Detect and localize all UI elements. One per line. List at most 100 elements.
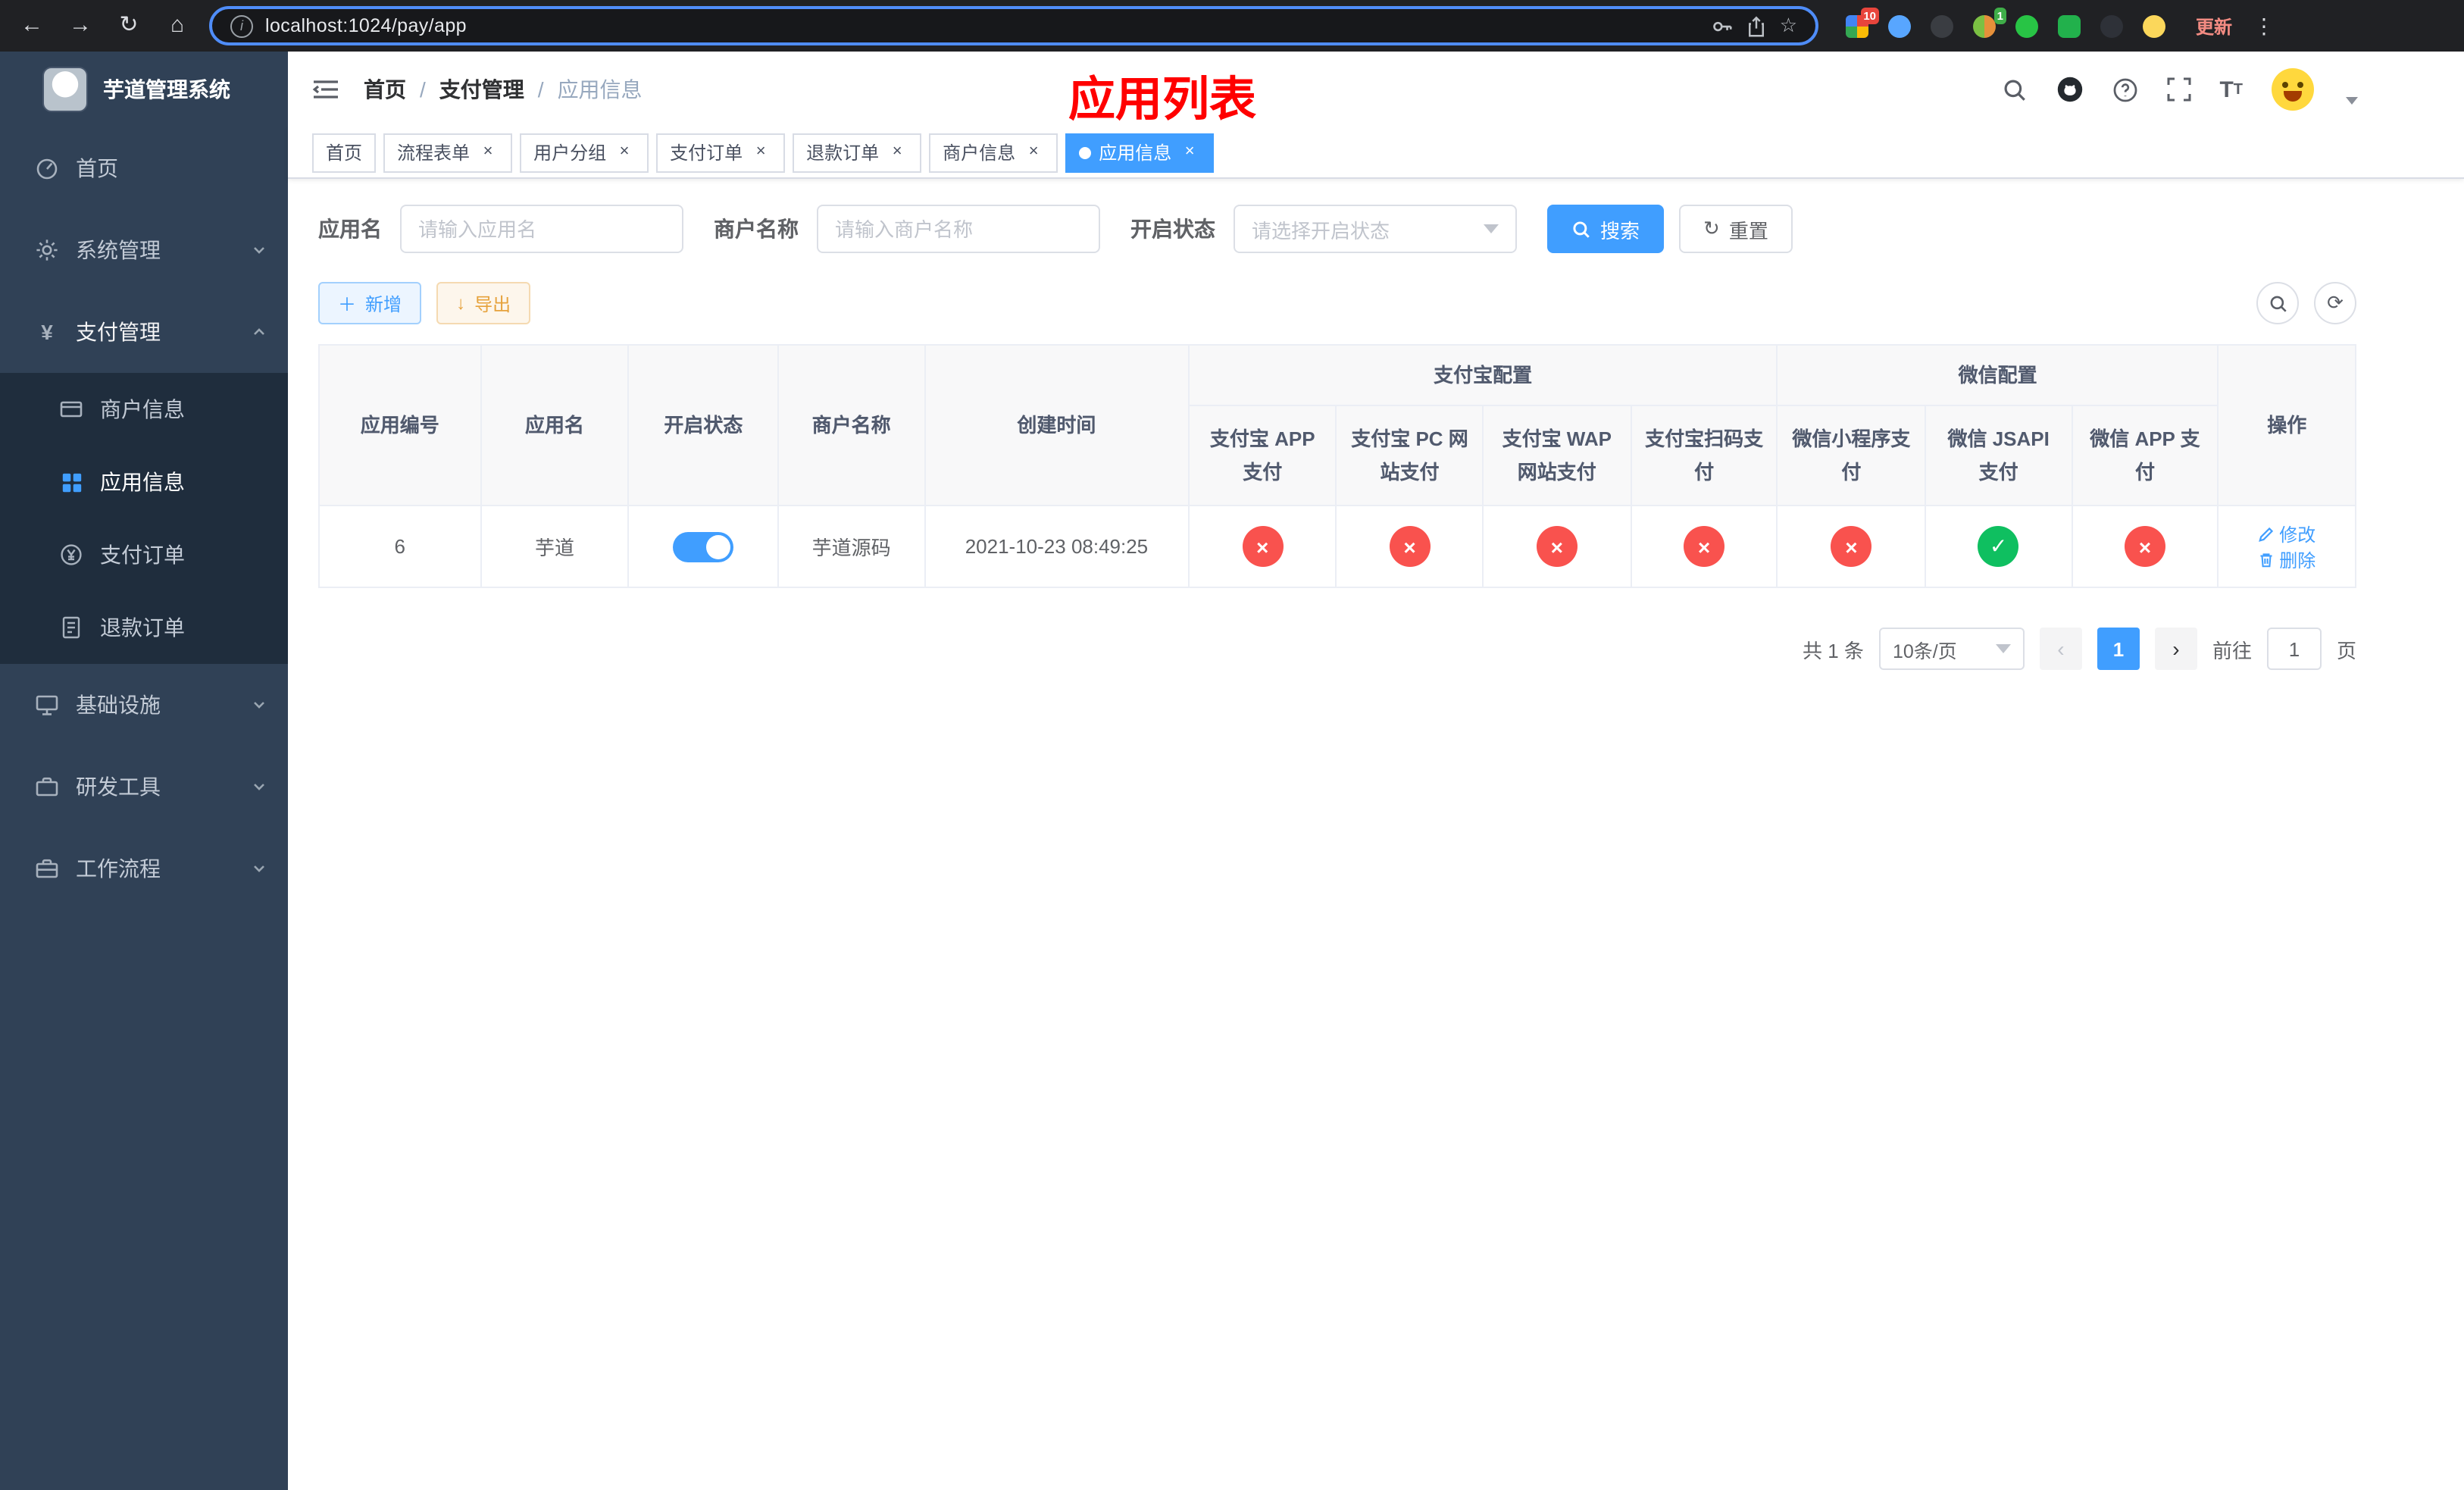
extension-icon[interactable]: [2058, 14, 2081, 37]
breadcrumb: 首页 / 支付管理 / 应用信息: [364, 74, 643, 105]
sidebar-item-devtools[interactable]: 研发工具: [0, 746, 288, 828]
browser-update-button[interactable]: 更新: [2196, 13, 2232, 39]
next-page-button[interactable]: ›: [2154, 628, 2197, 670]
sidebar-item-workflow[interactable]: 工作流程: [0, 828, 288, 909]
tab-label: 支付订单: [670, 142, 743, 164]
cell-ops: 修改 删除: [2217, 505, 2356, 588]
tab-close-icon[interactable]: ×: [1179, 142, 1200, 163]
tab-pay-order[interactable]: 支付订单 ×: [656, 133, 786, 172]
page-size-select[interactable]: 10条/页: [1878, 628, 2025, 670]
collapse-sidebar-icon[interactable]: [312, 77, 339, 102]
page-info-icon[interactable]: i: [230, 14, 253, 37]
page-number-button[interactable]: 1: [2097, 628, 2140, 670]
filter-form: 应用名 商户名称 开启状态 请选择开启状态: [318, 205, 2356, 253]
forward-icon[interactable]: →: [64, 0, 97, 52]
col-created: 创建时间: [924, 344, 1190, 506]
tab-refund-order[interactable]: 退款订单 ×: [793, 133, 922, 172]
tab-close-icon[interactable]: ×: [750, 142, 771, 163]
delete-label: 删除: [2279, 549, 2316, 571]
sidebar-item-merchant-info[interactable]: 商户信息: [0, 373, 288, 446]
help-icon[interactable]: [2112, 77, 2137, 102]
extension-icon[interactable]: [1888, 14, 1911, 37]
chevron-down-icon: [1995, 644, 2011, 653]
col-wechat-app: 微信 APP 支付: [2071, 405, 2219, 506]
merchant-name-input[interactable]: [817, 205, 1100, 253]
avatar[interactable]: [2272, 68, 2314, 111]
sidebar-item-home[interactable]: 首页: [0, 127, 288, 209]
extension-badge: 10: [1860, 7, 1879, 23]
tab-user-group[interactable]: 用户分组 ×: [520, 133, 649, 172]
back-icon[interactable]: ←: [15, 0, 48, 52]
extension-icon[interactable]: [2015, 14, 2038, 37]
extension-icon[interactable]: [2100, 14, 2123, 37]
screen: ← → ↻ ⌂ i localhost:1024/pay/app ☆ 10 1 …: [0, 0, 2464, 1490]
main-area: 首页 / 支付管理 / 应用信息 应用列表 T T 首页 流程表单 × 用户分组…: [288, 52, 2464, 1490]
prev-page-button[interactable]: ‹: [2039, 628, 2082, 670]
avatar-caret-icon[interactable]: [2346, 97, 2358, 105]
search-icon[interactable]: [2001, 77, 2027, 102]
font-size-icon[interactable]: TT: [2219, 77, 2243, 102]
status-toggle[interactable]: [673, 531, 734, 562]
tab-app-info[interactable]: 应用信息 ×: [1065, 133, 1215, 172]
cell-app-id: 6: [318, 505, 482, 588]
tab-close-icon[interactable]: ×: [614, 142, 635, 163]
sidebar-item-infra[interactable]: 基础设施: [0, 664, 288, 746]
table-toolbar: ＋ 新增 ↓ 导出 ⟳: [318, 282, 2356, 324]
tab-close-icon[interactable]: ×: [886, 142, 908, 163]
sidebar-item-system[interactable]: 系统管理: [0, 209, 288, 291]
goto-label: 前往: [2212, 639, 2252, 662]
reload-icon[interactable]: ↻: [112, 0, 145, 52]
extension-icon[interactable]: [2143, 14, 2165, 37]
extension-icon[interactable]: 1: [1973, 7, 2006, 37]
tab-home[interactable]: 首页: [312, 133, 377, 172]
edit-link[interactable]: 修改: [2258, 521, 2315, 546]
delete-link[interactable]: 删除: [2258, 546, 2315, 572]
sidebar-item-app-info[interactable]: 应用信息: [0, 446, 288, 518]
add-button[interactable]: ＋ 新增: [318, 282, 422, 324]
extension-icon[interactable]: 10: [1846, 7, 1879, 37]
sidebar-item-label: 退款订单: [100, 615, 185, 640]
home-icon[interactable]: ⌂: [161, 0, 194, 52]
tab-process-form[interactable]: 流程表单 ×: [383, 133, 513, 172]
sidebar-item-pay-order[interactable]: 支付订单: [0, 518, 288, 591]
address-bar[interactable]: i localhost:1024/pay/app ☆: [209, 6, 1818, 45]
tab-close-icon[interactable]: ×: [477, 142, 499, 163]
browser-menu-icon[interactable]: ⋮: [2253, 13, 2275, 39]
sidebar-item-label: 应用信息: [100, 470, 185, 494]
status-select[interactable]: 请选择开启状态: [1234, 205, 1517, 253]
tab-close-icon[interactable]: ×: [1023, 142, 1044, 163]
goto-page-input[interactable]: [2266, 628, 2322, 670]
tab-label: 商户信息: [943, 142, 1016, 164]
reset-button-label: 重置: [1728, 219, 1768, 242]
sidebar-item-label: 工作流程: [76, 856, 161, 881]
sidebar-logo[interactable]: 芋道管理系统: [0, 52, 288, 127]
extension-badge: 1: [1993, 7, 2006, 23]
gear-icon: [33, 238, 61, 262]
refresh-table-button[interactable]: ⟳: [2314, 282, 2356, 324]
cell-alipay-pc: ×: [1335, 505, 1484, 588]
filter-status: 开启状态 请选择开启状态: [1130, 205, 1517, 253]
tabs-bar: 首页 流程表单 × 用户分组 × 支付订单 × 退款订单 × 商户信息 × 应用…: [288, 127, 2464, 179]
status-check-icon: ✓: [1978, 526, 2019, 567]
bookmark-star-icon[interactable]: ☆: [1780, 14, 1797, 38]
breadcrumb-payment[interactable]: 支付管理: [439, 74, 524, 105]
app-name-input[interactable]: [400, 205, 683, 253]
search-button[interactable]: 搜索: [1547, 205, 1665, 253]
export-button[interactable]: ↓ 导出: [436, 282, 531, 324]
tab-merchant-info[interactable]: 商户信息 ×: [929, 133, 1058, 172]
active-tab-dot: [1079, 146, 1092, 158]
password-key-icon[interactable]: [1712, 14, 1734, 37]
status-cross-icon: ×: [2124, 526, 2165, 567]
reset-button[interactable]: ↻ 重置: [1679, 205, 1793, 253]
share-icon[interactable]: [1746, 14, 1768, 37]
fullscreen-icon[interactable]: [2166, 77, 2190, 102]
extension-icon[interactable]: [1931, 14, 1953, 37]
breadcrumb-home[interactable]: 首页: [364, 74, 406, 105]
sidebar-item-payment[interactable]: ¥ 支付管理: [0, 291, 288, 373]
github-icon[interactable]: [2056, 76, 2083, 103]
sidebar-item-refund-order[interactable]: 退款订单: [0, 591, 288, 664]
toggle-search-button[interactable]: [2256, 282, 2299, 324]
url-text[interactable]: localhost:1024/pay/app: [265, 15, 467, 36]
page-annotation-title: 应用列表: [1068, 73, 1256, 126]
chevron-up-icon: [252, 324, 267, 340]
